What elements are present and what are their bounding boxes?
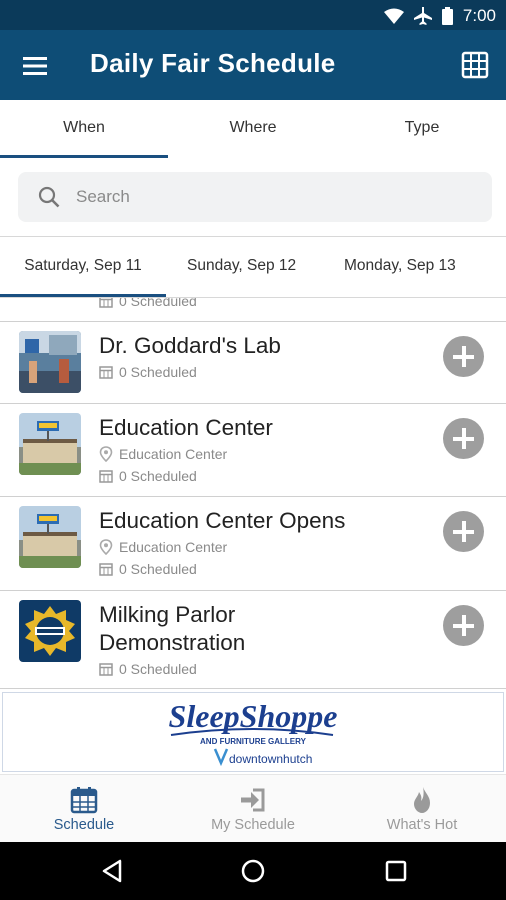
list-item[interactable]: Dr. Goddard's Lab 0 Scheduled [0,322,506,404]
event-title-line1: Milking Parlor [99,602,236,627]
nav-label: My Schedule [211,817,295,833]
grid-view-icon[interactable] [460,50,490,80]
date-tab-sat[interactable]: Saturday, Sep 11 [0,237,166,297]
flame-icon [414,787,430,813]
search-icon [38,186,60,208]
event-location: Education Center [119,446,228,462]
hamburger-menu-icon[interactable] [18,52,52,80]
clock: 7:00 [462,6,496,25]
nav-whats-hot[interactable]: What's Hot [338,785,506,833]
back-icon[interactable] [100,858,126,884]
scheduled-count: 0 Scheduled [119,468,197,484]
date-tab-sun[interactable]: Sunday, Sep 12 [187,237,296,297]
calendar-icon [99,366,113,379]
scheduled-count: 0 Scheduled [119,561,197,577]
bottom-nav: Schedule My Schedule What's Hot [0,774,506,842]
ad-sub: downtownhutch [229,752,312,766]
ad-banner[interactable]: SleepShoppe AND FURNITURE GALLERY downto… [2,692,504,772]
search-input[interactable]: Search [18,172,492,222]
kansas-state-fair-logo [19,600,81,662]
sleepshoppe-logo: SleepShoppe AND FURNITURE GALLERY downto… [169,698,337,767]
add-to-schedule-button[interactable] [443,418,484,459]
scheduled-count: 0 Scheduled [119,364,197,380]
nav-schedule[interactable]: Schedule [0,785,168,833]
event-title: Education Center [99,415,273,440]
status-bar: 7:00 [0,0,506,30]
event-title: Dr. Goddard's Lab [99,333,281,358]
battery-icon [441,7,453,25]
home-icon[interactable] [240,858,266,884]
app-bar: Daily Fair Schedule [0,30,506,100]
sign-in-icon [241,788,265,812]
recents-icon[interactable] [383,858,409,884]
list-item[interactable]: Milking Parlor Demonstration 0 Scheduled [0,591,506,689]
event-title: Milking Parlor Demonstration [99,601,429,657]
wifi-icon [383,8,404,24]
scheduled-count: 0 Scheduled [119,661,197,677]
nav-label: What's Hot [386,817,458,833]
calendar-icon [99,470,113,483]
nav-my-schedule[interactable]: My Schedule [169,785,337,833]
add-to-schedule-button[interactable] [443,336,484,377]
event-title-line2: Demonstration [99,630,246,655]
date-tab-mon[interactable]: Monday, Sep 13 [344,237,456,297]
event-title: Education Center Opens [99,508,346,533]
tab-where[interactable]: Where [169,100,337,158]
date-tabs: Saturday, Sep 11 Sunday, Sep 12 Monday, … [0,236,506,298]
nav-label: Schedule [53,817,115,833]
list-item[interactable]: Education Center Education Center 0 Sche… [0,404,506,497]
airplane-icon [413,7,432,25]
page-title: Daily Fair Schedule [90,48,336,78]
event-thumbnail [19,413,81,475]
system-nav-bar [0,842,506,900]
tab-when[interactable]: When [0,100,168,158]
list-item[interactable]: 0 Scheduled [0,298,506,322]
tab-type[interactable]: Type [338,100,506,158]
calendar-icon [99,563,113,576]
add-to-schedule-button[interactable] [443,605,484,646]
location-pin-icon [99,446,113,462]
calendar-icon [70,787,98,814]
calendar-icon [99,298,113,308]
event-thumbnail [19,506,81,568]
event-location: Education Center [119,539,228,555]
list-item[interactable]: Education Center Opens Education Center … [0,497,506,591]
location-pin-icon [99,539,113,555]
search-placeholder: Search [76,187,130,206]
filter-tabs: When Where Type [0,100,506,158]
ad-tagline: AND FURNITURE GALLERY [200,737,307,746]
event-thumbnail [19,331,81,393]
scheduled-count: 0 Scheduled [119,298,197,309]
calendar-icon [99,663,113,676]
add-to-schedule-button[interactable] [443,511,484,552]
event-list: 0 Scheduled Dr. Goddard's Lab 0 Schedule… [0,298,506,690]
